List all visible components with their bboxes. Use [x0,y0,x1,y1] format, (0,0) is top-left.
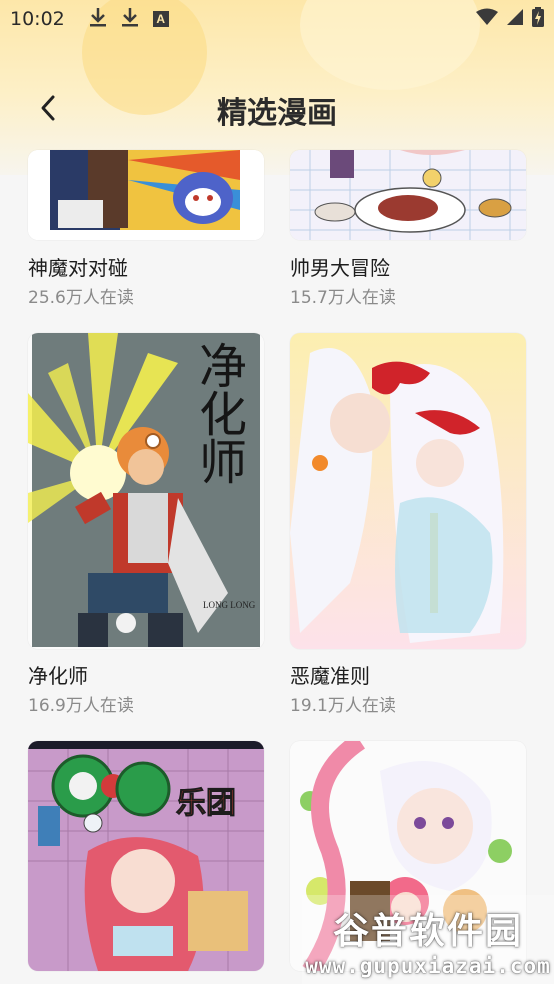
cover-text: 净化师 [190,341,246,485]
comic-title[interactable]: 帅男大冒险 [290,252,390,281]
nav-bar: 精选漫画 [0,70,554,146]
comic-readers: 16.9万人在读 [28,696,134,716]
comic-title[interactable]: 恶魔准则 [290,660,370,689]
a-badge-icon: A [152,11,169,27]
battery-charging-icon [532,7,544,31]
comic-grid: 神魔对对碰 25.6万人在读 帅男大冒险 15.7万人在读 净化师 LONG L… [0,0,554,984]
watermark: 谷普软件园 www.gupuxiazai.com [302,895,554,984]
cover-art-image [290,150,526,240]
comic-readers: 15.7万人在读 [290,288,396,308]
signal-icon [506,8,524,30]
comic-cover[interactable] [290,333,526,649]
svg-text:乐团: 乐团 [176,786,236,821]
download-icon [89,7,107,31]
cover-art-image [28,150,264,240]
download-icon [121,7,139,31]
comic-cover[interactable]: 净化师 LONG LONG [28,333,264,649]
cover-art-image: 净化师 LONG LONG [28,333,264,649]
notification-icons: A [89,7,169,31]
comic-cover[interactable]: 乐团 [28,741,264,971]
page-title: 精选漫画 [217,96,337,131]
comic-readers: 25.6万人在读 [28,288,134,308]
status-bar: 10:02 A [0,0,554,38]
watermark-url: www.gupuxiazai.com [305,953,551,978]
comic-cover[interactable] [290,150,526,240]
system-icons [476,7,544,31]
cover-art-image [290,333,526,649]
comic-title[interactable]: 净化师 [28,660,88,689]
comic-cover[interactable] [28,150,264,240]
cover-credit: LONG LONG [203,600,256,610]
wifi-icon [476,8,498,30]
status-time: 10:02 [10,8,65,30]
comic-readers: 19.1万人在读 [290,696,396,716]
cover-art-image: 乐团 [28,741,264,971]
watermark-logo-text: 谷普软件园 [332,910,523,952]
comic-title[interactable]: 神魔对对碰 [28,252,128,281]
